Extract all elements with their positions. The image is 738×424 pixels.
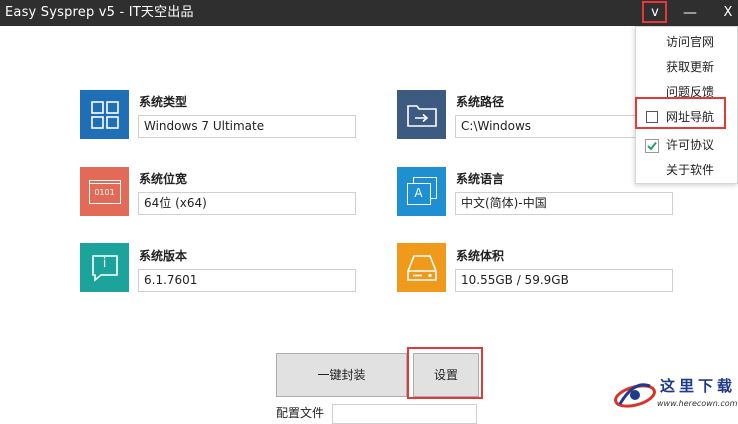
os-version-field: 6.1.7601	[138, 269, 356, 292]
hard-drive-icon	[397, 243, 446, 292]
menu-item-label: 获取更新	[666, 60, 715, 74]
menu-item-about[interactable]: 关于软件	[636, 159, 737, 181]
window-title: Easy Sysprep v5 - IT天空出品	[5, 5, 194, 20]
watermark-url: www.herecown.com	[657, 399, 738, 408]
os-type-field: Windows 7 Ultimate	[138, 115, 356, 138]
menu-item-website[interactable]: 访问官网	[636, 31, 737, 53]
watermark-logo-icon	[614, 383, 656, 408]
site-watermark: 这里下载 www.herecown.com	[610, 372, 738, 415]
close-button[interactable]: X	[718, 0, 738, 26]
checkmark-icon[interactable]	[645, 138, 659, 153]
os-size-field: 10.55GB / 59.9GB	[455, 269, 673, 292]
language-icon: A	[397, 167, 446, 216]
config-file-input[interactable]	[332, 404, 477, 424]
os-bits-field: 64位 (x64)	[138, 192, 356, 215]
minimize-button[interactable]: —	[675, 0, 705, 26]
folder-arrow-icon	[397, 90, 446, 139]
menu-button[interactable]: v	[640, 0, 670, 26]
close-icon: X	[723, 5, 733, 20]
menu-button-highlight	[642, 1, 667, 23]
settings-button[interactable]: 设置	[413, 353, 479, 397]
info-icon-text: i	[102, 256, 107, 271]
url-nav-highlight	[635, 97, 726, 129]
menu-item-label: 许可协议	[666, 138, 715, 152]
one-click-sysprep-button[interactable]: 一键封装	[276, 353, 407, 397]
menu-item-license[interactable]: 许可协议	[636, 134, 737, 156]
config-file-label: 配置文件	[276, 406, 325, 420]
info-bubble-icon: i	[80, 243, 129, 292]
watermark-title: 这里下载	[660, 377, 737, 395]
menu-item-update[interactable]: 获取更新	[636, 56, 737, 78]
os-bits-label: 系统位宽	[139, 172, 188, 186]
title-bar: Easy Sysprep v5 - IT天空出品 v — X	[0, 0, 738, 26]
os-version-label: 系统版本	[139, 249, 188, 263]
os-language-field: 中文(简体)-中国	[455, 192, 673, 215]
os-size-label: 系统体积	[456, 249, 505, 263]
binary-icon: 0101	[80, 167, 129, 216]
language-icon-text: A	[414, 185, 423, 200]
os-type-label: 系统类型	[139, 95, 188, 109]
menu-item-label: 访问官网	[666, 35, 715, 49]
menu-item-label: 关于软件	[666, 163, 715, 177]
windows-tiles-icon	[80, 90, 129, 139]
os-language-label: 系统语言	[456, 172, 505, 186]
os-path-label: 系统路径	[456, 95, 505, 109]
binary-icon-text: 0101	[94, 187, 115, 197]
minimize-icon: —	[683, 5, 697, 21]
